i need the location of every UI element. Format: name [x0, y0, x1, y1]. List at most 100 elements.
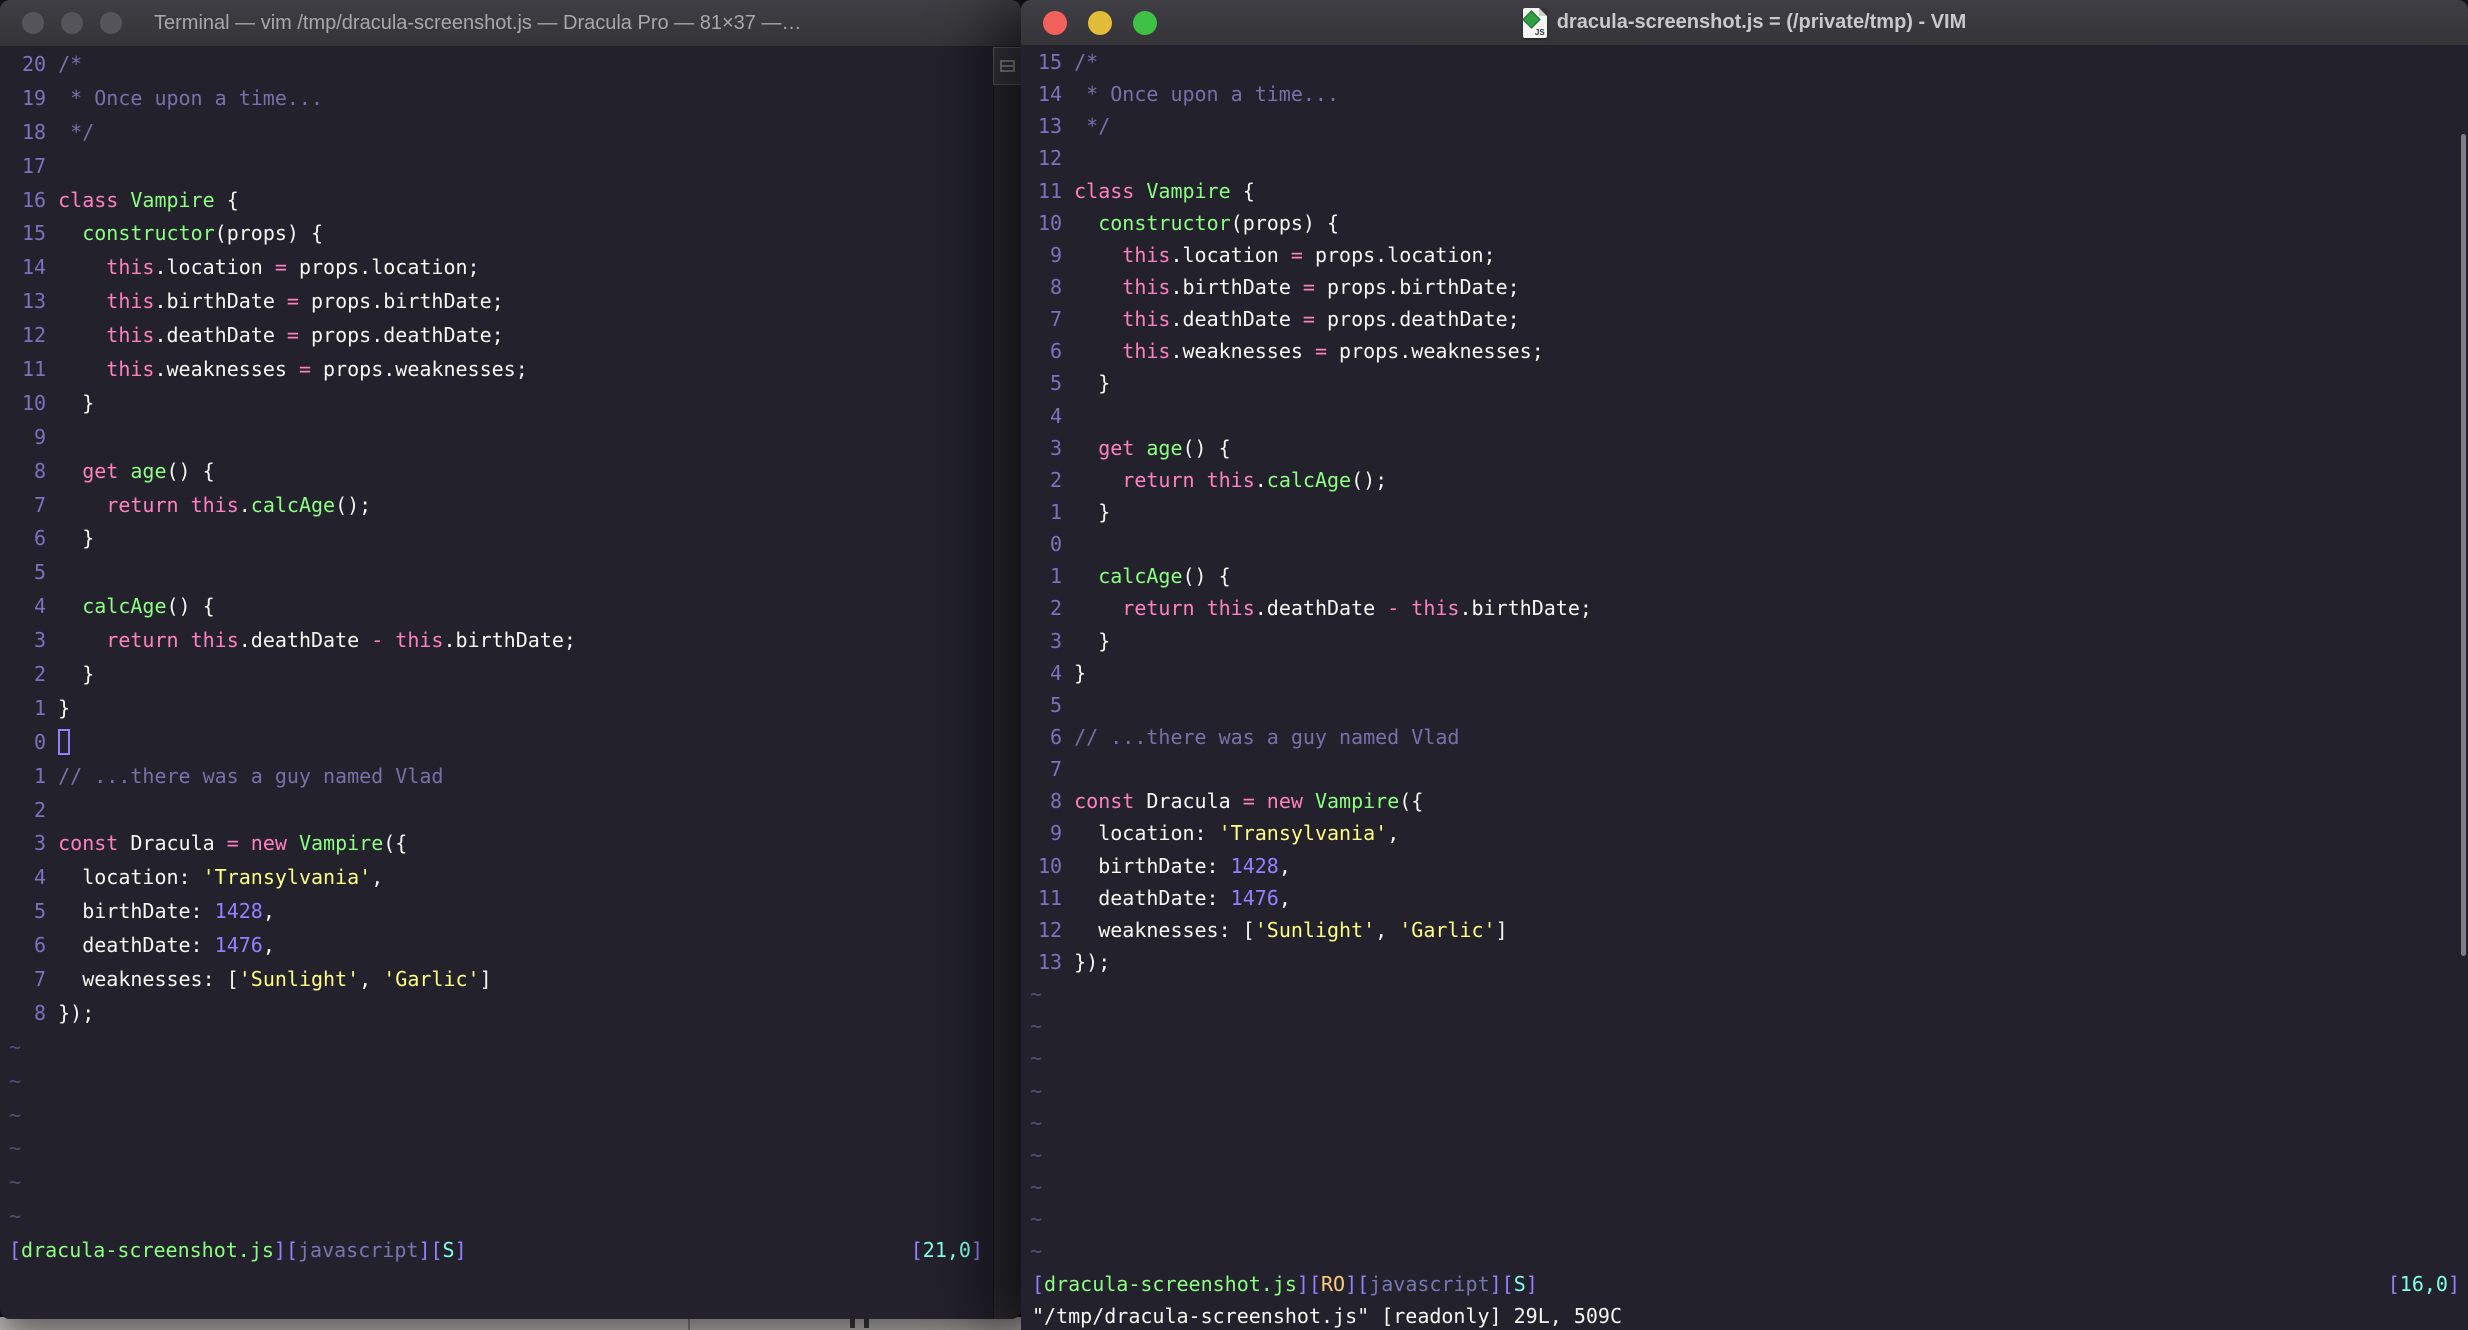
code-line: 14 * Once upon a time... — [1021, 78, 2460, 110]
vim-buffer-right[interactable]: 15/* 14 * Once upon a time... 13 */12 11 cla… — [1021, 46, 2460, 1267]
token: const — [1074, 789, 1135, 814]
zoom-button-icon[interactable] — [100, 12, 122, 34]
code-line: 12 weaknesses: ['Sunlight', 'Garlic'] — [1021, 914, 2460, 946]
code-line: 20 /* — [0, 47, 993, 81]
line-number: 9 — [1050, 821, 1063, 846]
split-pane-icon — [1000, 60, 1015, 72]
token: birthDate: — [1074, 853, 1231, 878]
token: new — [250, 831, 287, 856]
token: } — [58, 526, 95, 551]
token: dracula-screenshot.js — [1044, 1272, 1297, 1296]
code-line: 8 this.birthDate = props.birthDate; — [1021, 271, 2460, 303]
code-line: 1 } — [1021, 496, 2460, 528]
token: 16,0 — [2399, 1272, 2448, 1296]
macvim-titlebar[interactable]: JS dracula-screenshot.js = (/private/tmp… — [1021, 0, 2468, 46]
statusline-file-info: [dracula-screenshot.js][javascript][S] — [9, 1238, 467, 1262]
window-title: dracula-screenshot.js = (/private/tmp) -… — [1556, 11, 1967, 33]
code-text: } — [58, 526, 94, 550]
macvim-scrollbar[interactable] — [2461, 134, 2466, 956]
token: ] — [1495, 917, 1508, 942]
line-number: 4 — [1050, 660, 1063, 685]
code-line: 5 — [1021, 689, 2460, 721]
line-number: 18 — [22, 119, 47, 144]
code-line: 1 // ...there was a guy named Vlad — [0, 759, 993, 793]
empty-line-tilde: ~ — [1021, 978, 2460, 1010]
line-number: 8 — [1050, 789, 1063, 814]
code-text: return this.deathDate - this.birthDate; — [1074, 596, 1592, 620]
line-number: 7 — [1050, 307, 1063, 332]
terminal-scrollbar[interactable] — [993, 47, 1021, 1319]
token: }); — [58, 1000, 95, 1025]
token: weaknesses: [ — [58, 966, 239, 991]
token: 'Sunlight' — [238, 966, 360, 991]
code-line: 19 * Once upon a time... — [0, 81, 993, 115]
token: .deathDate — [1170, 307, 1303, 332]
empty-line-tilde: ~ — [1021, 1075, 2460, 1107]
token: , — [262, 933, 275, 958]
token: this — [106, 255, 155, 280]
line-number: 1 — [34, 695, 47, 720]
tilde-marker: ~ — [1030, 1046, 1043, 1071]
token: 'Transylvania' — [1218, 821, 1388, 846]
token: constructor — [82, 221, 215, 246]
split-pane-button[interactable] — [993, 47, 1021, 85]
close-button-icon[interactable] — [22, 12, 44, 34]
minimize-button-icon[interactable] — [1088, 10, 1112, 35]
token: .birthDate — [1170, 275, 1303, 300]
token: , — [371, 865, 384, 890]
code-text: } — [1074, 629, 1110, 653]
tilde-marker: ~ — [9, 1136, 22, 1161]
line-number: 3 — [1050, 628, 1063, 653]
code-line: 3 get age() { — [1021, 432, 2460, 464]
token: } — [1074, 500, 1111, 525]
line-number: 10 — [1038, 853, 1063, 878]
vim-statusline-right: [dracula-screenshot.js][RO][javascript][… — [1021, 1268, 2468, 1300]
token: , — [1278, 853, 1291, 878]
token: } — [58, 695, 71, 720]
code-line: 7 return this.calcAge(); — [0, 488, 993, 522]
statusline-file-info: [dracula-screenshot.js][RO][javascript][… — [1032, 1272, 1538, 1296]
line-number: 5 — [34, 899, 47, 924]
token: .weaknesses — [1170, 339, 1315, 364]
vim-buffer-left[interactable]: 20/* 19 * Once upon a time... 18 */17 16 cla… — [0, 47, 993, 1233]
token: .deathDate — [238, 628, 372, 653]
code-text: } — [1074, 661, 1086, 685]
js-document-icon: JS — [1522, 7, 1547, 38]
zoom-button-icon[interactable] — [1133, 10, 1157, 35]
token: javascript — [298, 1238, 419, 1262]
code-text: this.deathDate = props.deathDate; — [58, 323, 503, 347]
tilde-marker: ~ — [1030, 1207, 1043, 1232]
code-line: 10 constructor(props) { — [1021, 207, 2460, 239]
code-line: 8}); — [0, 996, 993, 1030]
code-text: class Vampire { — [58, 188, 239, 212]
code-text: /* — [1074, 50, 1098, 74]
token: [ — [2387, 1272, 2400, 1296]
code-line: 7 weaknesses: ['Sunlight', 'Garlic'] — [0, 962, 993, 996]
code-line: 15 /* — [1021, 46, 2460, 78]
token: 'Garlic' — [383, 966, 480, 991]
token: (); — [335, 492, 372, 517]
token: javascript — [1369, 1272, 1490, 1296]
line-number: 5 — [1050, 692, 1063, 717]
terminal-titlebar[interactable]: Terminal — vim /tmp/dracula-screenshot.j… — [0, 0, 1021, 47]
line-number: 10 — [22, 390, 47, 415]
token: ][ — [1489, 1272, 1514, 1296]
close-button-icon[interactable] — [1043, 10, 1067, 35]
token: (props) { — [214, 221, 324, 246]
line-number: 11 — [22, 356, 47, 381]
token: new — [1266, 789, 1303, 814]
empty-line-tilde: ~ — [1021, 1171, 2460, 1203]
token: ({ — [1399, 789, 1424, 814]
window-title: Terminal — vim /tmp/dracula-screenshot.j… — [154, 11, 802, 34]
token: .birthDate; — [1459, 596, 1592, 621]
minimize-button-icon[interactable] — [61, 12, 83, 34]
token: ({ — [383, 831, 408, 856]
code-text: class Vampire { — [1074, 179, 1255, 203]
code-line: 0 — [0, 725, 993, 759]
